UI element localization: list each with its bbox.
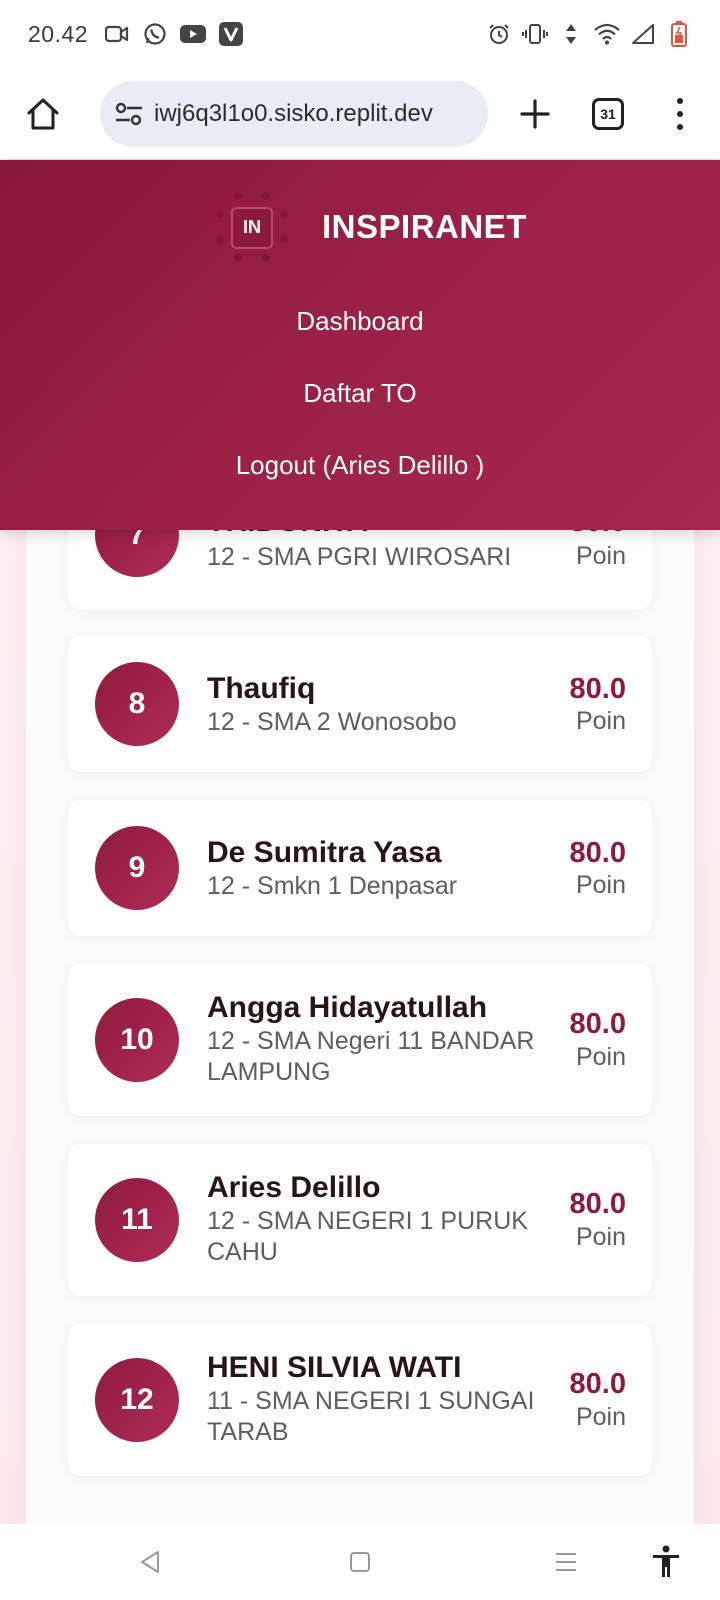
score-value: 80.0 xyxy=(569,1008,626,1040)
v-app-icon xyxy=(218,21,244,47)
leaderboard-entry: 12 HENI SILVIA WATI 11 - SMA NEGERI 1 SU… xyxy=(68,1324,652,1476)
status-time: 20.42 xyxy=(28,20,89,47)
video-camera-icon xyxy=(104,21,130,47)
alarm-icon xyxy=(486,21,512,47)
status-bar: 20.42 xyxy=(0,0,720,68)
student-name: HENI SILVIA WATI xyxy=(207,1351,462,1384)
leaderboard-entry: 10 Angga Hidayatullah 12 - SMA Negeri 11… xyxy=(68,964,652,1116)
screen: 20.42 iwj6q3l1o0.sisko.replit.dev 31 7 1… xyxy=(0,0,720,1600)
student-name: Angga Hidayatullah xyxy=(207,991,488,1024)
accessibility-icon xyxy=(653,1545,679,1577)
student-school: 12 - SMA PGRI WIROSARI xyxy=(207,543,512,571)
system-recents-button[interactable] xyxy=(546,1542,586,1582)
score-unit: Poin xyxy=(575,871,626,899)
nav-link-dashboard[interactable]: Dashboard xyxy=(0,306,720,337)
status-system-icons xyxy=(486,21,692,47)
new-tab-button[interactable] xyxy=(512,91,558,137)
nav-link-logout[interactable]: Logout (Aries Delillo ) xyxy=(0,450,720,481)
data-arrows-icon xyxy=(558,21,584,47)
rank-badge: 9 xyxy=(95,826,179,910)
site-settings-icon[interactable] xyxy=(112,97,146,131)
student-school: 12 - Smkn 1 Denpasar xyxy=(207,872,458,900)
address-bar[interactable]: iwj6q3l1o0.sisko.replit.dev xyxy=(100,80,488,147)
status-notification-icons xyxy=(104,21,244,47)
site-header: IN INSPIRANET Dashboard Daftar TO Logout… xyxy=(0,160,720,530)
home-button[interactable] xyxy=(20,91,66,137)
student-name: Thaufiq xyxy=(207,672,316,705)
leaderboard-entry: 9 De Sumitra Yasa 12 - Smkn 1 Denpasar 8… xyxy=(68,800,652,936)
browser-menu-button[interactable] xyxy=(668,94,692,134)
brand-logo: IN xyxy=(214,190,290,266)
score-unit: Poin xyxy=(575,542,626,570)
score-value: 80.0 xyxy=(569,1188,626,1220)
nav-link-daftar-to[interactable]: Daftar TO xyxy=(0,378,720,409)
youtube-icon xyxy=(180,21,207,47)
menu-dot xyxy=(677,123,683,130)
score-value: 80.0 xyxy=(569,837,626,869)
tab-switcher-button[interactable]: 31 xyxy=(592,97,624,130)
student-name: Aries Delillo xyxy=(207,1171,381,1204)
student-school: 12 - SMA Negeri 11 BANDAR LAMPUNG xyxy=(207,1027,535,1086)
leaderboard-entry: 11 Aries Delillo 12 - SMA NEGERI 1 PURUK… xyxy=(68,1144,652,1296)
leaderboard-entry: 8 Thaufiq 12 - SMA 2 Wonosobo 80.0 Poin xyxy=(68,636,652,772)
home-icon xyxy=(27,98,59,129)
brand-name: INSPIRANET xyxy=(322,208,527,245)
score-unit: Poin xyxy=(575,1043,626,1071)
student-name: De Sumitra Yasa xyxy=(207,836,442,869)
whatsapp-icon xyxy=(142,21,168,47)
brand-logo-text: IN xyxy=(243,217,261,237)
student-school: 11 - SMA NEGERI 1 SUNGAI TARAB xyxy=(207,1387,535,1446)
system-nav-bar xyxy=(0,1524,720,1600)
signal-icon xyxy=(630,21,656,47)
score-unit: Poin xyxy=(575,1403,626,1431)
menu-dot xyxy=(677,97,683,104)
tab-count: 31 xyxy=(600,105,616,122)
rank-badge: 10 xyxy=(95,998,179,1082)
plus-icon xyxy=(520,98,550,129)
vibrate-icon xyxy=(522,21,548,47)
score-value: 80.0 xyxy=(569,1368,626,1400)
score-unit: Poin xyxy=(575,1223,626,1251)
wifi-icon xyxy=(594,21,620,47)
system-accessibility-button[interactable] xyxy=(646,1542,686,1582)
system-home-button[interactable] xyxy=(340,1542,380,1582)
rank-badge: 11 xyxy=(95,1178,179,1262)
student-school: 12 - SMA 2 Wonosobo xyxy=(207,708,457,736)
menu-dot xyxy=(677,110,683,117)
system-back-button[interactable] xyxy=(130,1542,170,1582)
rank-badge: 8 xyxy=(95,662,179,746)
student-school: 12 - SMA NEGERI 1 PURUK CAHU xyxy=(207,1207,528,1266)
recents-icon xyxy=(556,1553,576,1571)
browser-toolbar: iwj6q3l1o0.sisko.replit.dev 31 xyxy=(0,68,720,160)
brand[interactable]: IN INSPIRANET xyxy=(0,190,720,262)
url-text[interactable]: iwj6q3l1o0.sisko.replit.dev xyxy=(154,100,433,128)
square-home-icon xyxy=(350,1552,370,1572)
score-unit: Poin xyxy=(575,707,626,735)
battery-icon xyxy=(666,21,692,47)
back-icon xyxy=(141,1551,159,1573)
score-value: 80.0 xyxy=(569,673,626,705)
rank-badge: 12 xyxy=(95,1358,179,1442)
